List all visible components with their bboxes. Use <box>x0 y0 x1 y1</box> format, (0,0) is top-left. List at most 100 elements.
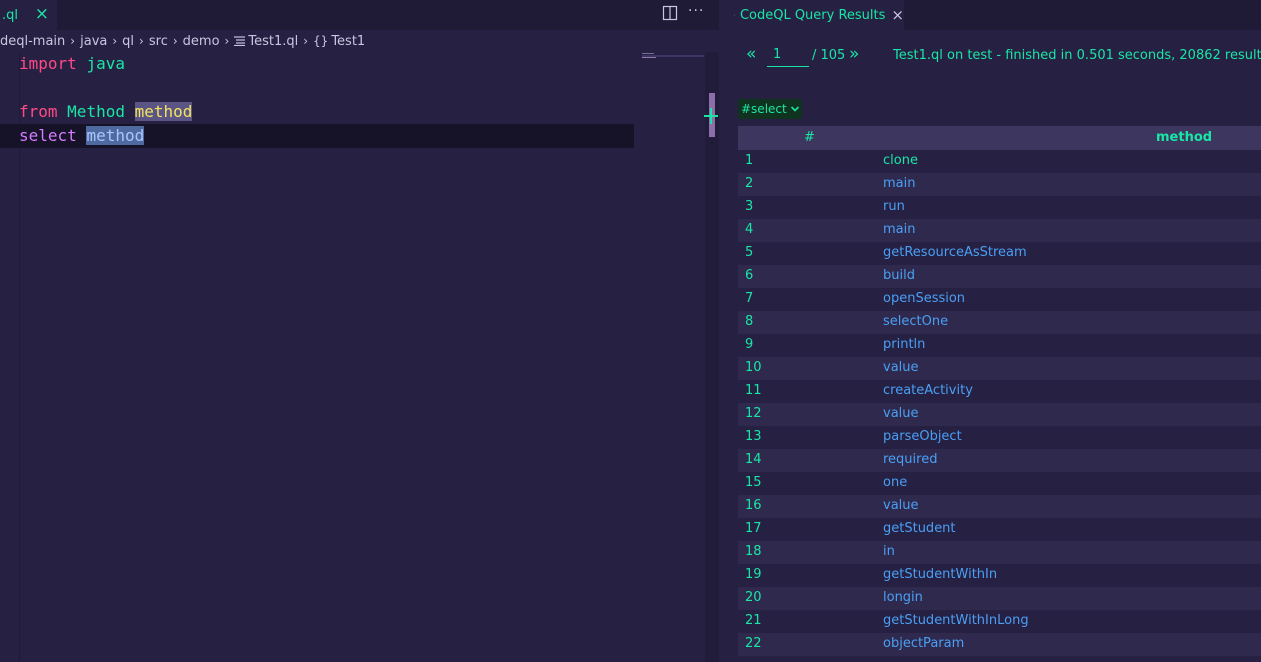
close-icon[interactable]: × <box>891 6 904 24</box>
results-tab-bar: CodeQL Query Results × <box>719 0 1261 30</box>
breadcrumb: deql-main › java › ql › src › demo › Tes… <box>0 30 719 52</box>
breadcrumb-item-ql[interactable]: ql <box>122 34 134 49</box>
table-row: 16 value <box>738 495 1261 518</box>
method-link[interactable]: value <box>883 498 919 513</box>
variable-declaration: method <box>134 102 193 121</box>
row-index: 3 <box>745 199 754 214</box>
method-link[interactable]: in <box>883 544 895 559</box>
table-row: 21 getStudentWithInLong <box>738 610 1261 633</box>
more-actions-icon[interactable]: ··· <box>688 3 704 19</box>
table-row: 9 println <box>738 334 1261 357</box>
row-index: 11 <box>745 383 762 398</box>
method-link[interactable]: clone <box>883 153 918 168</box>
breadcrumb-item-demo[interactable]: demo <box>183 34 220 49</box>
method-link[interactable]: value <box>883 360 919 375</box>
table-row: 4 main <box>738 219 1261 242</box>
method-link[interactable]: parseObject <box>883 429 962 444</box>
method-link[interactable]: main <box>883 222 915 237</box>
row-index: 13 <box>745 429 762 444</box>
editor-scrollbar[interactable] <box>705 52 719 662</box>
editor-pane: .ql × ··· deql-main › java › ql › src › … <box>0 0 719 662</box>
table-row: 19 getStudentWithIn <box>738 564 1261 587</box>
method-link[interactable]: main <box>883 176 915 191</box>
row-index: 5 <box>745 245 754 260</box>
chevron-right-icon: › <box>224 34 230 48</box>
editor-tab-test1[interactable]: .ql × <box>0 0 57 30</box>
minimap[interactable] <box>642 53 704 59</box>
breadcrumb-item-root[interactable]: deql-main <box>0 34 65 49</box>
method-link[interactable]: required <box>883 452 937 467</box>
method-link[interactable]: one <box>883 475 907 490</box>
row-index: 21 <box>745 613 762 628</box>
code-line-4[interactable]: select method <box>19 124 145 148</box>
row-index: 6 <box>745 268 754 283</box>
code-editor[interactable]: import java from Method method select me… <box>0 52 705 662</box>
breadcrumb-item-module[interactable]: Test1 <box>331 34 365 49</box>
breadcrumb-item-file[interactable]: Test1.ql <box>248 34 298 49</box>
table-row: 10 value <box>738 357 1261 380</box>
method-link[interactable]: getStudent <box>883 521 956 536</box>
method-link[interactable]: build <box>883 268 915 283</box>
result-set-select[interactable]: #select <box>738 99 802 119</box>
table-row: 1 clone <box>738 150 1261 173</box>
editor-tab-bar: .ql × ··· <box>0 0 719 30</box>
method-link[interactable]: longin <box>883 590 923 605</box>
results-pager: « / 105 » Test1.ql on test - finished in… <box>719 40 1261 72</box>
row-index: 8 <box>745 314 754 329</box>
braces-icon: {} <box>313 34 329 48</box>
editor-tab-label: .ql <box>2 7 18 23</box>
column-header-index[interactable]: # <box>804 130 815 145</box>
row-index: 2 <box>745 176 754 191</box>
method-link[interactable]: createActivity <box>883 383 973 398</box>
column-header-method[interactable]: method <box>1156 130 1212 145</box>
breadcrumb-item-java[interactable]: java <box>80 34 107 49</box>
row-index: 10 <box>745 360 762 375</box>
page-number-input[interactable] <box>767 43 809 67</box>
table-row: 11 createActivity <box>738 380 1261 403</box>
method-link[interactable]: value <box>883 406 919 421</box>
previous-page-button[interactable]: « <box>746 44 756 64</box>
page-total: / 105 <box>812 48 846 63</box>
keyword-from: from <box>19 102 58 121</box>
table-row: 7 openSession <box>738 288 1261 311</box>
scroll-position-marker-v <box>710 108 712 124</box>
table-row: 17 getStudent <box>738 518 1261 541</box>
breadcrumb-item-src[interactable]: src <box>149 34 168 49</box>
method-link[interactable]: getStudentWithInLong <box>883 613 1029 628</box>
method-link[interactable]: objectParam <box>883 636 964 651</box>
chevron-right-icon: › <box>172 34 178 48</box>
code-line-3[interactable]: from Method method <box>19 100 193 124</box>
table-row: 8 selectOne <box>738 311 1261 334</box>
row-index: 4 <box>745 222 754 237</box>
row-index: 15 <box>745 475 762 490</box>
chevron-right-icon: › <box>303 34 309 48</box>
row-index: 20 <box>745 590 762 605</box>
method-link[interactable]: selectOne <box>883 314 948 329</box>
chevron-right-icon: › <box>112 34 118 48</box>
module-name: java <box>86 54 125 73</box>
row-index: 7 <box>745 291 754 306</box>
table-row: 18 in <box>738 541 1261 564</box>
results-tab[interactable]: CodeQL Query Results × <box>719 0 904 30</box>
code-line-1[interactable]: import java <box>19 52 125 76</box>
method-link[interactable]: openSession <box>883 291 965 306</box>
row-index: 22 <box>745 636 762 651</box>
row-index: 9 <box>745 337 754 352</box>
results-pane: CodeQL Query Results × « / 105 » Test1.q… <box>719 0 1261 662</box>
file-lines-icon <box>234 36 246 46</box>
results-table-header: # method <box>738 126 1261 150</box>
split-editor-icon[interactable] <box>662 5 678 21</box>
table-row: 22 objectParam <box>738 633 1261 656</box>
method-link[interactable]: run <box>883 199 905 214</box>
table-row: 6 build <box>738 265 1261 288</box>
method-link[interactable]: getStudentWithIn <box>883 567 997 582</box>
chevron-down-icon <box>790 106 799 112</box>
table-row: 2 main <box>738 173 1261 196</box>
row-index: 1 <box>745 153 754 168</box>
method-link[interactable]: println <box>883 337 925 352</box>
row-index: 17 <box>745 521 762 536</box>
method-link[interactable]: getResourceAsStream <box>883 245 1027 260</box>
row-index: 12 <box>745 406 762 421</box>
next-page-button[interactable]: » <box>849 44 859 64</box>
close-icon[interactable]: × <box>35 4 49 24</box>
